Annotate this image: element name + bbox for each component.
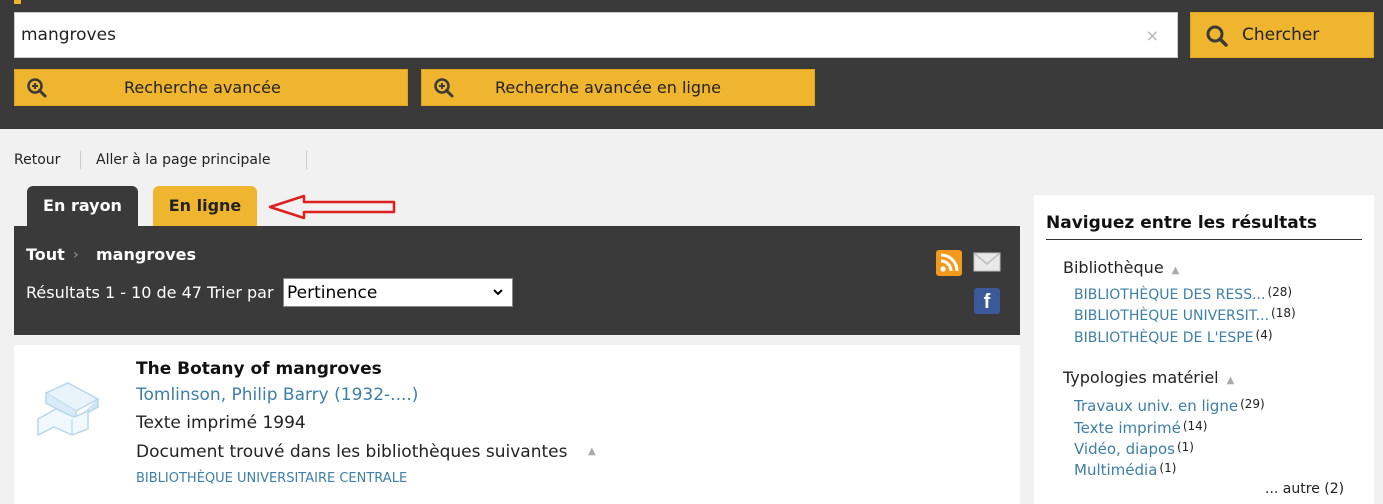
advanced-online-search-label: Recherche avancée en ligne	[495, 78, 722, 97]
advanced-online-search-button[interactable]: Recherche avancée en ligne	[421, 69, 815, 106]
facet-item-label[interactable]: Travaux univ. en ligne	[1074, 397, 1238, 415]
facet-heading-bibliotheque[interactable]: Bibliothèque ▲	[1063, 258, 1179, 277]
facet-item[interactable]: BIBLIOTHÈQUE DE L'ESPE (4)	[1074, 328, 1273, 346]
breadcrumb-root[interactable]: Tout	[26, 245, 65, 264]
sidebar-title: Naviguez entre les résultats	[1046, 213, 1318, 233]
breadcrumb-divider	[306, 151, 307, 169]
facet-item[interactable]: Travaux univ. en ligne (29)	[1074, 397, 1265, 415]
facet-item-count: (29)	[1240, 397, 1265, 411]
facet-item-label[interactable]: BIBLIOTHÈQUE DE L'ESPE	[1074, 330, 1254, 346]
tab-en-ligne[interactable]: En ligne	[153, 186, 257, 226]
search-button-label: Chercher	[1242, 25, 1320, 45]
facet-item[interactable]: Multimédia (1)	[1074, 461, 1176, 479]
tab-en-rayon[interactable]: En rayon	[27, 186, 138, 226]
top-accent	[14, 0, 21, 4]
search-button[interactable]: Chercher	[1190, 12, 1374, 58]
result-author-link[interactable]: Tomlinson, Philip Barry (1932-....)	[136, 385, 418, 405]
result-title[interactable]: The Botany of mangroves	[136, 359, 382, 379]
facebook-icon[interactable]: f	[974, 288, 1000, 314]
back-link[interactable]: Retour	[14, 152, 60, 168]
facet-item-count: (4)	[1255, 328, 1273, 342]
results-header: Tout › mangroves Résultats 1 - 10 de 47 …	[14, 226, 1020, 335]
facet-item-label[interactable]: Texte imprimé	[1074, 419, 1181, 437]
facet-item-count: (14)	[1182, 419, 1208, 433]
results-count: Résultats 1 - 10 de 47 Trier par	[26, 283, 274, 302]
facet-item-count: (1)	[1176, 440, 1194, 454]
result-type-year: Texte imprimé 1994	[136, 413, 306, 433]
chevron-down-icon	[493, 289, 503, 296]
collapse-triangle-icon[interactable]: ▲	[588, 446, 596, 457]
collapse-triangle-icon[interactable]: ▲	[1172, 265, 1180, 276]
facet-heading-label: Bibliothèque	[1063, 258, 1164, 277]
collapse-triangle-icon[interactable]: ▲	[1227, 375, 1235, 386]
annotation-arrow-icon	[268, 194, 396, 220]
search-icon	[1206, 25, 1228, 47]
zoom-in-icon	[27, 78, 47, 98]
rss-icon[interactable]	[936, 250, 962, 276]
sidebar-divider	[1046, 239, 1362, 240]
facet-item-label[interactable]: Multimédia	[1074, 461, 1157, 479]
sort-select[interactable]: Pertinence	[283, 278, 513, 307]
breadcrumb-divider	[80, 151, 81, 169]
zoom-in-icon	[434, 78, 454, 98]
result-library-link[interactable]: BIBLIOTHÈQUE UNIVERSITAIRE CENTRALE	[136, 471, 407, 486]
sort-select-value: Pertinence	[287, 283, 378, 303]
result-card: The Botany of mangroves Tomlinson, Phili…	[14, 345, 1020, 504]
more-facets-link[interactable]: ... autre (2)	[1265, 481, 1344, 497]
top-bar: mangroves × Chercher Recherche avancée R…	[0, 0, 1383, 129]
home-link[interactable]: Aller à la page principale	[96, 152, 271, 168]
facet-item-label[interactable]: BIBLIOTHÈQUE UNIVERSIT...	[1074, 308, 1269, 324]
search-input-value[interactable]: mangroves	[21, 25, 116, 45]
facet-sidebar: Naviguez entre les résultats Bibliothèqu…	[1034, 195, 1374, 504]
clear-search-icon[interactable]: ×	[1146, 26, 1159, 45]
breadcrumb-term: mangroves	[96, 245, 196, 264]
facet-item[interactable]: BIBLIOTHÈQUE UNIVERSIT... (18)	[1074, 306, 1296, 324]
facet-heading-label: Typologies matériel	[1063, 368, 1219, 387]
facet-item-count: (18)	[1271, 306, 1296, 320]
chevron-right-icon: ›	[73, 247, 79, 263]
facet-heading-typologies[interactable]: Typologies matériel ▲	[1063, 368, 1234, 387]
advanced-search-button[interactable]: Recherche avancée	[14, 69, 408, 106]
book-icon	[37, 382, 100, 437]
facet-item-label[interactable]: BIBLIOTHÈQUE DES RESS...	[1074, 287, 1265, 303]
facet-item[interactable]: BIBLIOTHÈQUE DES RESS... (28)	[1074, 285, 1293, 303]
facet-item-count: (1)	[1159, 461, 1177, 475]
facet-item-label[interactable]: Vidéo, diapos	[1074, 440, 1175, 458]
search-input[interactable]: mangroves ×	[14, 12, 1178, 58]
email-icon[interactable]	[973, 249, 1001, 275]
facet-item[interactable]: Texte imprimé (14)	[1074, 419, 1207, 437]
facet-item[interactable]: Vidéo, diapos (1)	[1074, 440, 1194, 458]
facet-item-count: (28)	[1267, 285, 1293, 299]
result-libraries-toggle[interactable]: Document trouvé dans les bibliothèques s…	[136, 442, 567, 462]
advanced-search-label: Recherche avancée	[124, 78, 281, 97]
